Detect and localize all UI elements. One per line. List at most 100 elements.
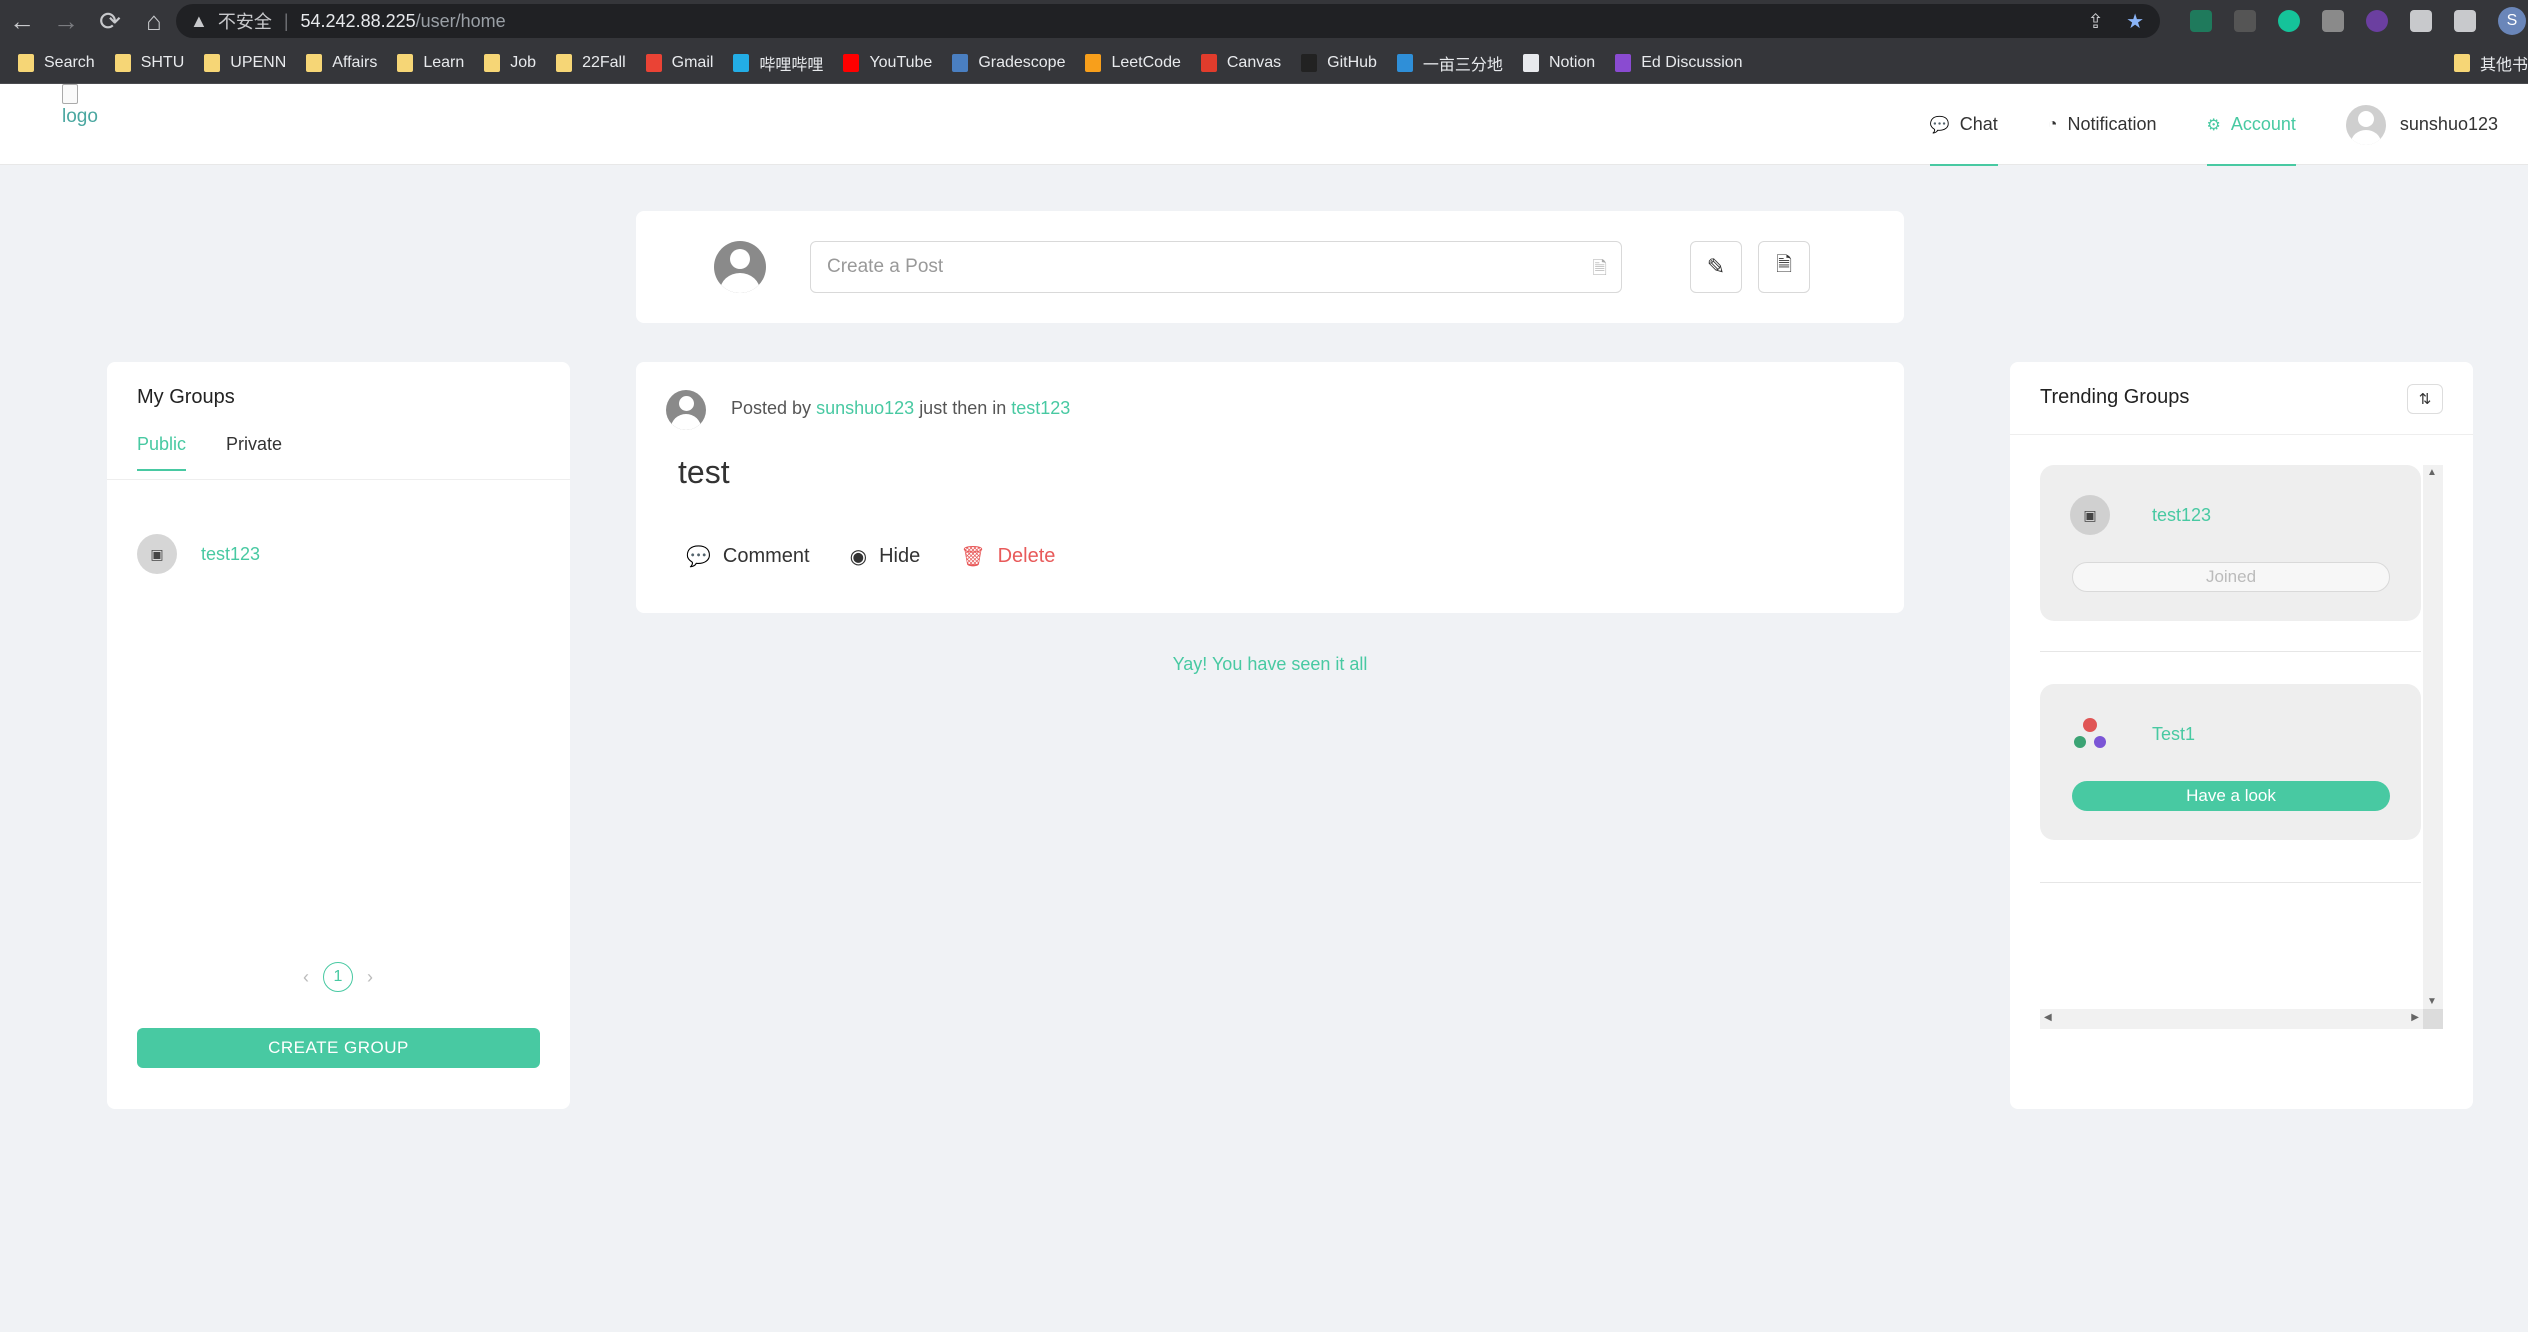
next-page-button[interactable]: ›: [367, 967, 373, 988]
nav-chat[interactable]: 💬 Chat: [1929, 84, 1998, 166]
scroll-up-icon[interactable]: ▲: [2427, 467, 2437, 478]
reload-button[interactable]: ⟳: [88, 0, 132, 42]
post-actions: 💬 Comment ◉ Hide 🗑 Delete: [686, 544, 1055, 569]
hide-button[interactable]: ◉ Hide: [850, 544, 921, 569]
user-avatar: [2345, 104, 2386, 145]
bookmark-label: UPENN: [230, 53, 287, 71]
create-post-input[interactable]: Create a Post 🗎: [810, 241, 1622, 293]
post-group-link[interactable]: test123: [1011, 398, 1070, 418]
chat-icon: 💬: [1929, 116, 1950, 134]
extension-icon[interactable]: [2234, 10, 2256, 32]
nav-account[interactable]: ⚙ Account: [2206, 84, 2297, 166]
other-bookmarks-label: 其他书: [2479, 57, 2528, 74]
scroll-corner: [2423, 1009, 2443, 1029]
bookmark-item[interactable]: GitHub: [1301, 53, 1377, 72]
bookmark-item[interactable]: 一亩三分地: [1396, 51, 1503, 75]
bookmark-label: Notion: [1548, 53, 1596, 71]
ed-icon: [1615, 53, 1632, 72]
bookmark-item[interactable]: Job: [484, 53, 537, 72]
bookmark-item[interactable]: UPENN: [204, 53, 287, 72]
folder-icon: [484, 53, 501, 72]
scroll-right-icon[interactable]: ▶: [2411, 1012, 2419, 1023]
tab-public[interactable]: Public: [137, 434, 187, 471]
pagination: ‹ 1 ›: [303, 962, 373, 992]
gradescope-icon: [952, 53, 969, 72]
other-bookmarks[interactable]: 其他书: [2453, 42, 2528, 83]
url-host: 54.242.88.225: [300, 10, 416, 31]
trending-group-name[interactable]: test123: [2152, 505, 2211, 526]
profile-avatar[interactable]: S: [2498, 7, 2526, 35]
delete-button[interactable]: 🗑 Delete: [960, 544, 1055, 569]
upload-file-button[interactable]: 🗎: [1758, 241, 1810, 293]
group-avatar: [2070, 714, 2110, 754]
bookmark-star-icon[interactable]: ★: [2126, 9, 2144, 34]
trash-icon: 🗑: [960, 546, 986, 568]
bookmark-item[interactable]: Gmail: [645, 53, 713, 72]
comment-button[interactable]: 💬 Comment: [686, 544, 810, 569]
bookmark-item[interactable]: Affairs: [306, 53, 377, 72]
forward-button[interactable]: →: [44, 0, 88, 42]
notion-icon: [1522, 53, 1539, 72]
bookmark-item[interactable]: 哔哩哔哩: [733, 51, 823, 75]
horizontal-scrollbar[interactable]: ◀ ▶: [2040, 1009, 2423, 1029]
composer-avatar: [714, 241, 766, 293]
bookmark-item[interactable]: LeetCode: [1085, 53, 1181, 72]
prev-page-button[interactable]: ‹: [303, 967, 309, 988]
extension-icon[interactable]: [2322, 10, 2344, 32]
home-button[interactable]: ⌂: [132, 0, 176, 42]
bookmark-item[interactable]: Canvas: [1200, 53, 1281, 72]
extension-icon[interactable]: [2190, 10, 2212, 32]
bookmark-label: 一亩三分地: [1422, 56, 1503, 74]
joined-button[interactable]: Joined: [2072, 562, 2390, 592]
nav-notification[interactable]: ◔ Notification: [2048, 84, 2157, 165]
trending-group-name[interactable]: Test1: [2152, 724, 2195, 745]
sort-button[interactable]: ⇅: [2407, 384, 2443, 414]
page-number[interactable]: 1: [323, 962, 353, 992]
bookmark-item[interactable]: 22Fall: [556, 53, 626, 72]
bookmark-item[interactable]: Search: [18, 53, 95, 72]
bookmark-item[interactable]: Gradescope: [952, 53, 1065, 72]
post-title[interactable]: test: [678, 454, 730, 491]
address-bar[interactable]: ▲ 不安全 | 54.242.88.225/user/home ⇪ ★: [176, 4, 2160, 38]
bookmark-label: Search: [44, 53, 95, 71]
folder-icon: [18, 53, 34, 72]
bookmark-item[interactable]: Notion: [1522, 53, 1596, 72]
sidepanel-icon[interactable]: [2454, 10, 2476, 32]
bookmark-item[interactable]: YouTube: [843, 53, 932, 72]
write-post-button[interactable]: ✎: [1690, 241, 1742, 293]
create-group-button[interactable]: CREATE GROUP: [137, 1028, 540, 1068]
back-button[interactable]: ←: [0, 0, 44, 42]
my-groups-title: My Groups: [137, 386, 235, 408]
folder-icon: [114, 53, 131, 72]
hide-label: Hide: [879, 545, 921, 567]
broken-image-icon: [62, 84, 78, 104]
trending-scroll-area[interactable]: ▣ test123 Joined Test1 Have a look ▲ ▼ ◀…: [2040, 465, 2443, 1029]
divider: [2040, 882, 2421, 883]
extensions-area: S: [2190, 0, 2526, 42]
logo[interactable]: logo: [62, 84, 98, 128]
logo-alt-text: logo: [62, 106, 98, 127]
extension-icon[interactable]: [2366, 10, 2388, 32]
youtube-icon: [843, 53, 860, 72]
user-menu[interactable]: sunshuo123: [2345, 84, 2498, 165]
vertical-scrollbar[interactable]: ▲ ▼: [2423, 465, 2443, 1009]
tab-private[interactable]: Private: [226, 434, 282, 471]
divider: [2040, 651, 2421, 652]
trending-title: Trending Groups: [2040, 386, 2190, 408]
post-meta: Posted by sunshuo123 just then in test12…: [731, 398, 1070, 419]
share-icon[interactable]: ⇪: [2087, 9, 2104, 34]
bookmark-item[interactable]: SHTU: [114, 53, 184, 72]
have-a-look-button[interactable]: Have a look: [2072, 781, 2390, 811]
bookmark-label: Job: [510, 53, 537, 71]
bookmark-item[interactable]: Ed Discussion: [1615, 53, 1743, 72]
group-name[interactable]: test123: [201, 544, 260, 565]
post-author-link[interactable]: sunshuo123: [816, 398, 914, 418]
grammarly-icon[interactable]: [2278, 10, 2300, 32]
group-item[interactable]: ▣ test123: [137, 534, 260, 574]
puzzle-icon[interactable]: [2410, 10, 2432, 32]
scroll-down-icon[interactable]: ▼: [2427, 996, 2437, 1007]
bookmark-item[interactable]: Learn: [397, 53, 464, 72]
post-author-avatar[interactable]: [666, 390, 706, 430]
bookmark-label: 22Fall: [582, 53, 626, 71]
scroll-left-icon[interactable]: ◀: [2044, 1012, 2052, 1023]
